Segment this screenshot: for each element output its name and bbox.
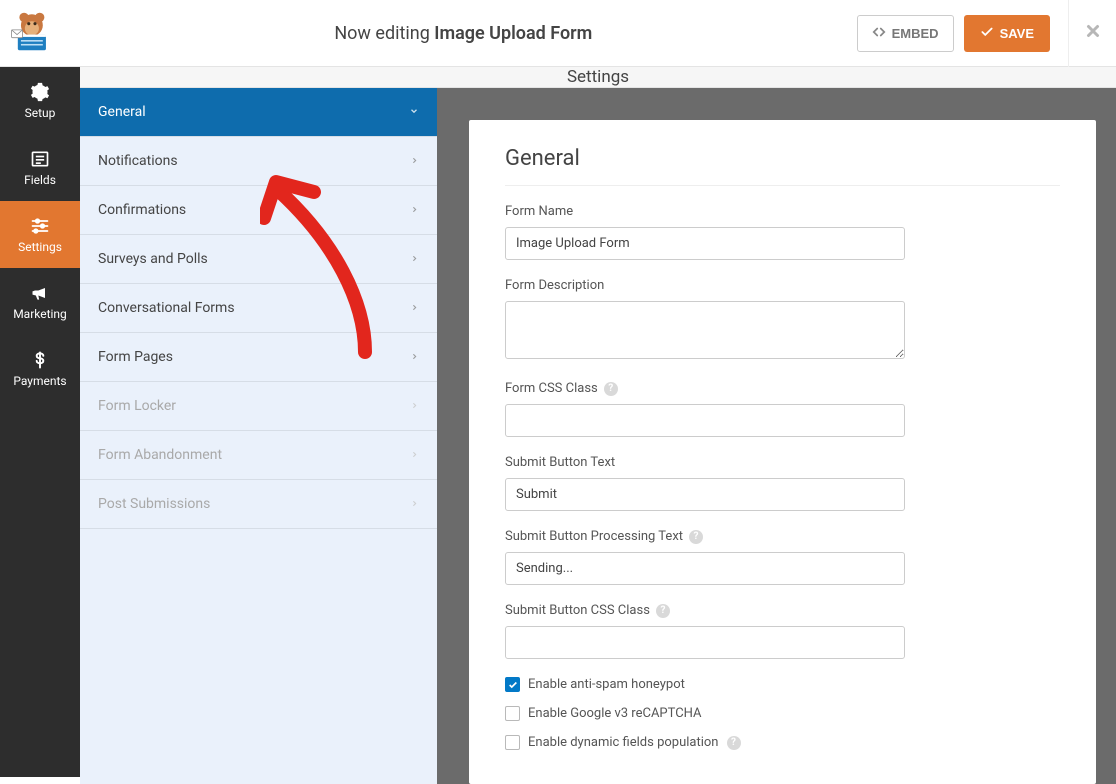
nav-fields-label: Fields (24, 173, 56, 187)
chevron-right-icon (410, 154, 419, 168)
form-name-input[interactable] (505, 227, 905, 260)
list-icon (30, 149, 50, 169)
form-css-input[interactable] (505, 404, 905, 437)
panel-heading: General (505, 146, 1060, 186)
sidebar-item-form-locker[interactable]: Form Locker (80, 382, 437, 431)
sidebar-item-form-pages[interactable]: Form Pages (80, 333, 437, 382)
sidebar-item-label: General (98, 104, 146, 120)
submit-processing-label-text: Submit Button Processing Text (505, 529, 683, 544)
sidebar-item-form-abandonment[interactable]: Form Abandonment (80, 431, 437, 480)
checkbox-dynamic-label: Enable dynamic fields population (528, 735, 719, 750)
sidebar-item-post-submissions[interactable]: Post Submissions (80, 480, 437, 529)
form-name-label: Form Name (505, 204, 1060, 219)
main-area: General Form Name Form Description Form … (437, 88, 1116, 784)
sidebar-item-label: Form Abandonment (98, 447, 222, 463)
help-icon[interactable]: ? (604, 382, 618, 396)
workspace: General Notifications Confirmations (80, 88, 1116, 784)
field-submit-text: Submit Button Text (505, 455, 1060, 511)
sidebar-item-label: Surveys and Polls (98, 251, 208, 267)
field-form-description: Form Description (505, 278, 1060, 363)
checkbox-honeypot[interactable] (505, 677, 520, 692)
form-css-label: Form CSS Class ? (505, 381, 1060, 396)
section-header-label: Settings (567, 67, 629, 87)
form-description-input[interactable] (505, 301, 905, 359)
sidebar-item-label: Confirmations (98, 202, 186, 218)
form-css-label-text: Form CSS Class (505, 381, 598, 396)
dollar-icon (30, 350, 50, 370)
embed-label: EMBED (892, 26, 939, 41)
page-title: Now editing Image Upload Form (70, 23, 857, 44)
help-icon[interactable]: ? (727, 736, 741, 750)
submit-text-input[interactable] (505, 478, 905, 511)
chevron-right-icon (410, 399, 419, 413)
field-form-css: Form CSS Class ? (505, 381, 1060, 437)
sidebar-item-confirmations[interactable]: Confirmations (80, 186, 437, 235)
nav-settings-label: Settings (18, 240, 62, 254)
settings-panel: General Form Name Form Description Form … (469, 120, 1096, 784)
sliders-icon (30, 216, 50, 236)
nav-rail-filler (0, 402, 80, 777)
close-icon (1084, 21, 1102, 46)
nav-payments-label: Payments (13, 374, 66, 388)
nav-marketing[interactable]: Marketing (0, 268, 80, 335)
help-icon[interactable]: ? (689, 530, 703, 544)
save-label: SAVE (1000, 26, 1034, 41)
checkbox-recaptcha-row: Enable Google v3 reCAPTCHA (505, 706, 1060, 721)
chevron-right-icon (410, 301, 419, 315)
sidebar-item-general[interactable]: General (80, 88, 437, 137)
nav-rail: Setup Fields Settings Marketing Payments (0, 67, 80, 777)
nav-settings[interactable]: Settings (0, 201, 80, 268)
embed-button[interactable]: EMBED (857, 15, 954, 52)
form-description-label: Form Description (505, 278, 1060, 293)
sidebar-item-label: Post Submissions (98, 496, 210, 512)
nav-fields[interactable]: Fields (0, 134, 80, 201)
submit-css-input[interactable] (505, 626, 905, 659)
submit-processing-label: Submit Button Processing Text ? (505, 529, 1060, 544)
checkbox-honeypot-row: Enable anti-spam honeypot (505, 677, 1060, 692)
help-icon[interactable]: ? (656, 604, 670, 618)
settings-sidebar: General Notifications Confirmations (80, 88, 437, 784)
checkbox-recaptcha[interactable] (505, 706, 520, 721)
checkbox-recaptcha-label: Enable Google v3 reCAPTCHA (528, 706, 702, 721)
checkbox-dynamic[interactable] (505, 735, 520, 750)
chevron-right-icon (410, 252, 419, 266)
sidebar-item-label: Notifications (98, 153, 178, 169)
nav-setup-label: Setup (25, 106, 56, 120)
sidebar-item-label: Form Locker (98, 398, 176, 414)
submit-css-label: Submit Button CSS Class ? (505, 603, 1060, 618)
nav-setup[interactable]: Setup (0, 67, 80, 134)
field-submit-processing: Submit Button Processing Text ? (505, 529, 1060, 585)
section-header: Settings (80, 67, 1116, 88)
submit-processing-input[interactable] (505, 552, 905, 585)
sidebar-item-surveys[interactable]: Surveys and Polls (80, 235, 437, 284)
top-bar: Now editing Image Upload Form EMBED SAVE (0, 0, 1116, 67)
checkbox-dynamic-row: Enable dynamic fields population ? (505, 735, 1060, 750)
sidebar-item-label: Form Pages (98, 349, 173, 365)
save-button[interactable]: SAVE (964, 15, 1050, 52)
chevron-right-icon (410, 203, 419, 217)
sidebar-item-notifications[interactable]: Notifications (80, 137, 437, 186)
field-submit-css: Submit Button CSS Class ? (505, 603, 1060, 659)
form-title: Image Upload Form (434, 23, 592, 44)
check-icon (980, 25, 994, 42)
code-icon (872, 25, 886, 42)
checkbox-honeypot-label: Enable anti-spam honeypot (528, 677, 685, 692)
nav-payments[interactable]: Payments (0, 335, 80, 402)
editing-prefix: Now editing (334, 23, 434, 44)
gear-icon (30, 82, 50, 102)
content-column: Settings General Notifications (80, 67, 1116, 777)
nav-marketing-label: Marketing (13, 307, 67, 321)
chevron-down-icon (409, 105, 419, 119)
chevron-right-icon (410, 350, 419, 364)
chevron-right-icon (410, 497, 419, 511)
submit-text-label: Submit Button Text (505, 455, 1060, 470)
sidebar-item-label: Conversational Forms (98, 300, 235, 316)
close-button[interactable] (1068, 0, 1098, 67)
chevron-right-icon (410, 448, 419, 462)
field-form-name: Form Name (505, 204, 1060, 260)
submit-css-label-text: Submit Button CSS Class (505, 603, 650, 618)
sidebar-item-conversational[interactable]: Conversational Forms (80, 284, 437, 333)
app-logo (10, 8, 60, 58)
megaphone-icon (30, 283, 50, 303)
